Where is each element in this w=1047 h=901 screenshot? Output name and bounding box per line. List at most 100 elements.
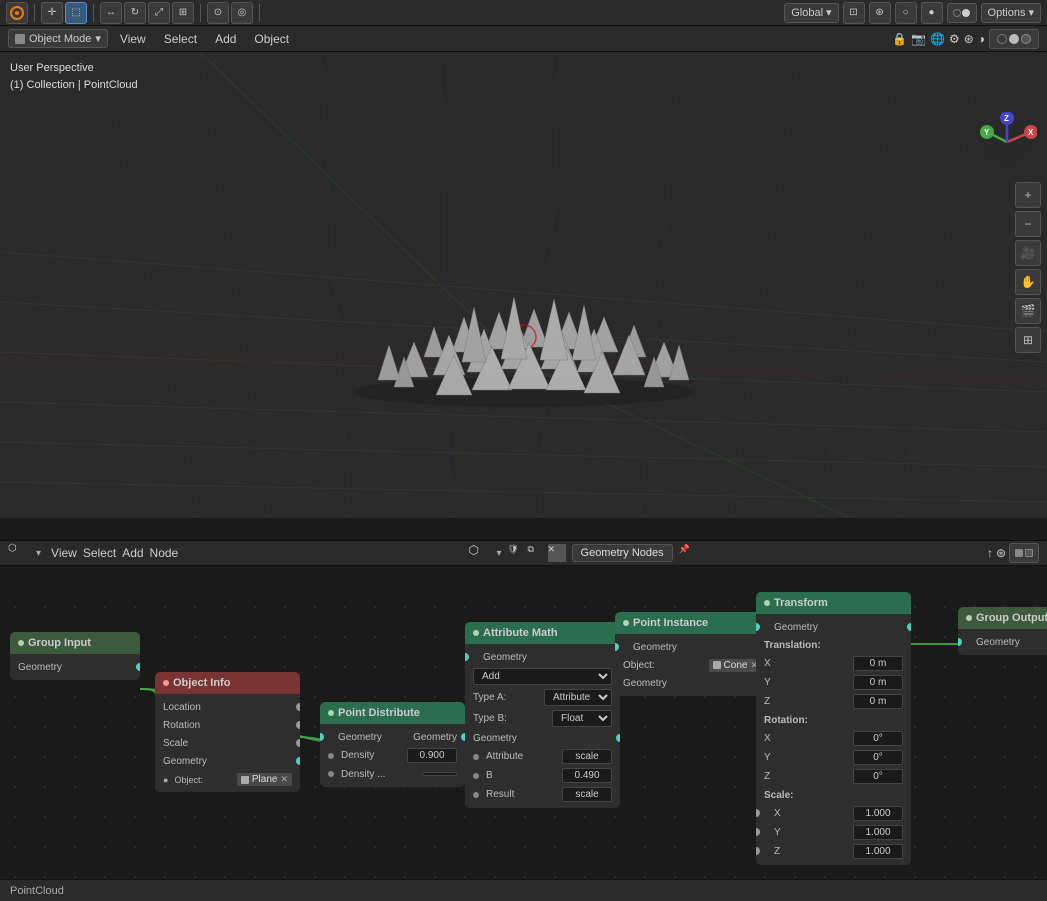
node-editor[interactable]: Group Input Geometry Object Info Locatio… [0, 566, 1047, 900]
zoom-in-btn[interactable]: + [1015, 182, 1041, 208]
snap-tools: ⊙ ◎ [207, 2, 253, 24]
select-menu-node[interactable]: Select [83, 546, 116, 560]
viewport-render[interactable]: 🌐 [930, 32, 945, 46]
attr-math-op-select[interactable]: Add [473, 668, 612, 685]
group-input-header: Group Input [10, 632, 140, 654]
node-attribute-math[interactable]: Attribute Math Geometry Add Type A: Attr… [465, 622, 620, 808]
select-menu[interactable]: Select [158, 30, 203, 48]
proportional-icon[interactable]: ◎ [231, 2, 253, 24]
density2-dot [328, 771, 334, 777]
viewport-lock[interactable]: 🔒 [892, 32, 907, 46]
zoom-out-btn[interactable]: − [1015, 211, 1041, 237]
rz-field[interactable]: 0° [853, 769, 903, 784]
perspective-label: User Perspective [10, 60, 138, 77]
sx-field[interactable]: 1.000 [853, 806, 903, 821]
node-canvas[interactable]: Group Input Geometry Object Info Locatio… [0, 592, 1047, 900]
add-menu[interactable]: Add [209, 30, 242, 48]
sz-sock [756, 847, 760, 855]
copy-icon[interactable]: ⧉ [528, 544, 546, 562]
pivot-icon[interactable]: ⊡ [843, 2, 865, 24]
ry-field[interactable]: 0° [853, 750, 903, 765]
view-menu-node[interactable]: View [51, 546, 77, 560]
render-mode-group[interactable] [989, 29, 1039, 49]
shading-icon[interactable]: ○ [895, 2, 917, 24]
camera-view-btn[interactable]: 🎥 [1015, 240, 1041, 266]
density-field[interactable]: 0.900 [407, 748, 457, 763]
attr-math-result: Result scale [465, 785, 620, 804]
svg-text:Y: Y [984, 128, 990, 137]
result-field[interactable]: scale [562, 787, 612, 802]
overlay-settings[interactable]: ⊛ [964, 32, 974, 46]
viewport-camera[interactable]: 📷 [911, 32, 926, 46]
blender-icon[interactable] [6, 2, 28, 24]
mode-select[interactable]: Object Mode ▾ [8, 29, 108, 48]
typeA-select[interactable]: Attribute [544, 689, 612, 706]
group-output-title: Group Output [976, 612, 1047, 624]
add-menu-node[interactable]: Add [122, 546, 143, 560]
cursor-tool[interactable]: ✛ [41, 2, 63, 24]
object-name: Plane [252, 774, 278, 785]
geo-nodes-group: 🛡 ⧉ ✕ [508, 544, 566, 562]
attr-dot [473, 754, 479, 760]
object-menu[interactable]: Object [248, 30, 295, 48]
attr-math-attr: Attribute scale [465, 747, 620, 766]
node-view-modes[interactable] [1009, 543, 1039, 563]
object-badge[interactable]: Plane ✕ [237, 773, 292, 786]
render-btn[interactable]: 🎬 [1015, 298, 1041, 324]
node-overlay-btn[interactable]: ⊛ [996, 546, 1006, 560]
attr-field[interactable]: scale [562, 749, 612, 764]
viewport-settings[interactable]: ⚙ [949, 32, 960, 46]
hand-tool-btn[interactable]: ✋ [1015, 269, 1041, 295]
viewport[interactable]: User Perspective (1) Collection | PointC… [0, 52, 1047, 518]
ortho-btn[interactable]: ⊞ [1015, 327, 1041, 353]
node-up-btn[interactable]: ↑ [987, 546, 993, 560]
node-transform[interactable]: Transform Geometry Translation: X 0 m Y … [756, 592, 911, 865]
node-point-distribute[interactable]: Point Distribute Geometry Geometry Densi… [320, 702, 465, 787]
box-select-tool[interactable]: ⬚ [65, 2, 87, 24]
svg-text:Z: Z [1004, 114, 1009, 123]
tx-field[interactable]: 0 m [853, 656, 903, 671]
cone-sq [713, 661, 721, 669]
node-point-instance[interactable]: Point Instance Geometry Object: Cone ✕ G… [615, 612, 770, 696]
point-dist-title: Point Distribute [338, 707, 420, 719]
close-icon[interactable]: ✕ [548, 544, 566, 562]
density2-field[interactable] [422, 772, 457, 776]
shield-icon[interactable]: 🛡 [508, 544, 526, 562]
snap-icon[interactable]: ⊙ [207, 2, 229, 24]
sz-field[interactable]: 1.000 [853, 844, 903, 859]
rotate-icon[interactable]: ↻ [124, 2, 146, 24]
view-menu[interactable]: View [114, 30, 152, 48]
typeB-select[interactable]: Float [552, 710, 612, 727]
move-icon[interactable]: ↔ [100, 2, 122, 24]
ty-field[interactable]: 0 m [853, 675, 903, 690]
object-remove-btn[interactable]: ✕ [280, 774, 288, 785]
attr-math-header: Attribute Math [465, 622, 620, 644]
overlay-icon[interactable]: ⊛ [869, 2, 891, 24]
cone-badge[interactable]: Cone ✕ [709, 659, 762, 672]
transform-icon[interactable]: ⊞ [172, 2, 194, 24]
sy-field[interactable]: 1.000 [853, 825, 903, 840]
scene-shading[interactable]: ◑ [978, 32, 985, 46]
tz-field[interactable]: 0 m [853, 694, 903, 709]
point-dist-density: Density 0.900 [320, 746, 465, 765]
pin-icon[interactable]: 📌 [679, 544, 697, 562]
node-editor-icon[interactable]: ⬡ [468, 543, 490, 563]
options-dropdown[interactable]: Options ▾ [981, 3, 1041, 23]
shading-modes[interactable] [947, 3, 977, 23]
scale-icon[interactable]: ⤢ [148, 2, 170, 24]
rx-field[interactable]: 0° [853, 731, 903, 746]
global-dropdown[interactable]: Global ▾ [784, 3, 838, 23]
node-object-info[interactable]: Object Info Location Rotation Scale Geo [155, 672, 300, 792]
node-group-input[interactable]: Group Input Geometry [10, 632, 140, 680]
object-info-scale: Scale [155, 734, 300, 752]
viewport-shading[interactable]: ● [921, 2, 943, 24]
select-tools: ✛ ⬚ [41, 2, 87, 24]
node-editor-type[interactable]: ⬡ [8, 543, 30, 563]
b-field[interactable]: 0.490 [562, 768, 612, 783]
node-group-output[interactable]: Group Output Geometry [958, 607, 1047, 655]
sy-sock [756, 828, 760, 836]
point-dist-geo-in: Geometry Geometry [320, 728, 465, 746]
node-menu[interactable]: Node [150, 546, 179, 560]
point-inst-body: Geometry Object: Cone ✕ Geometry [615, 634, 770, 696]
transform-dot [764, 600, 770, 606]
